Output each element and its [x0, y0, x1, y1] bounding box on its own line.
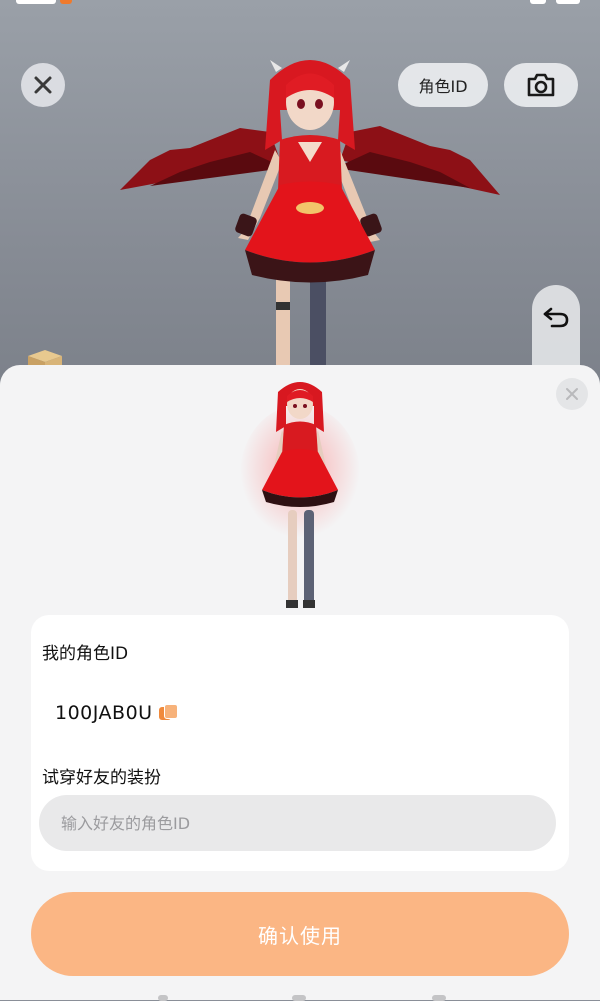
nav-back-hint	[158, 995, 168, 1001]
close-icon	[34, 76, 52, 94]
sheet-close-button[interactable]	[556, 378, 588, 410]
my-role-id-row: 100JAB0U	[55, 702, 178, 724]
try-friend-outfit-label: 试穿好友的装扮	[42, 768, 161, 788]
my-role-id-label: 我的角色ID	[42, 644, 129, 664]
copy-icon[interactable]	[158, 704, 178, 722]
close-icon	[566, 388, 578, 400]
friend-id-input[interactable]	[39, 795, 556, 851]
id-card: 我的角色ID 100JAB0U 试穿好友的装扮	[31, 615, 569, 871]
status-time-fragment	[16, 0, 56, 4]
status-bar	[0, 0, 600, 6]
my-role-id-value: 100JAB0U	[55, 702, 153, 724]
nav-home-hint	[292, 995, 306, 1001]
camera-icon	[527, 73, 555, 97]
role-id-button[interactable]: 角色ID	[398, 63, 488, 107]
role-id-button-label: 角色ID	[418, 77, 468, 96]
status-indicator	[60, 0, 72, 4]
undo-icon	[543, 307, 569, 328]
status-battery-fragment	[556, 0, 580, 4]
confirm-button-label: 确认使用	[258, 923, 342, 948]
status-signal-fragment	[530, 0, 546, 4]
character-preview	[240, 382, 360, 608]
avatar-scene[interactable]: 角色ID	[0, 0, 600, 400]
confirm-button[interactable]: 确认使用	[31, 892, 569, 976]
role-id-sheet: 我的角色ID 100JAB0U 试穿好友的装扮 确认使用	[0, 365, 600, 1001]
nav-recents-hint	[432, 995, 446, 1001]
close-button[interactable]	[21, 63, 65, 107]
camera-button[interactable]	[504, 63, 578, 107]
